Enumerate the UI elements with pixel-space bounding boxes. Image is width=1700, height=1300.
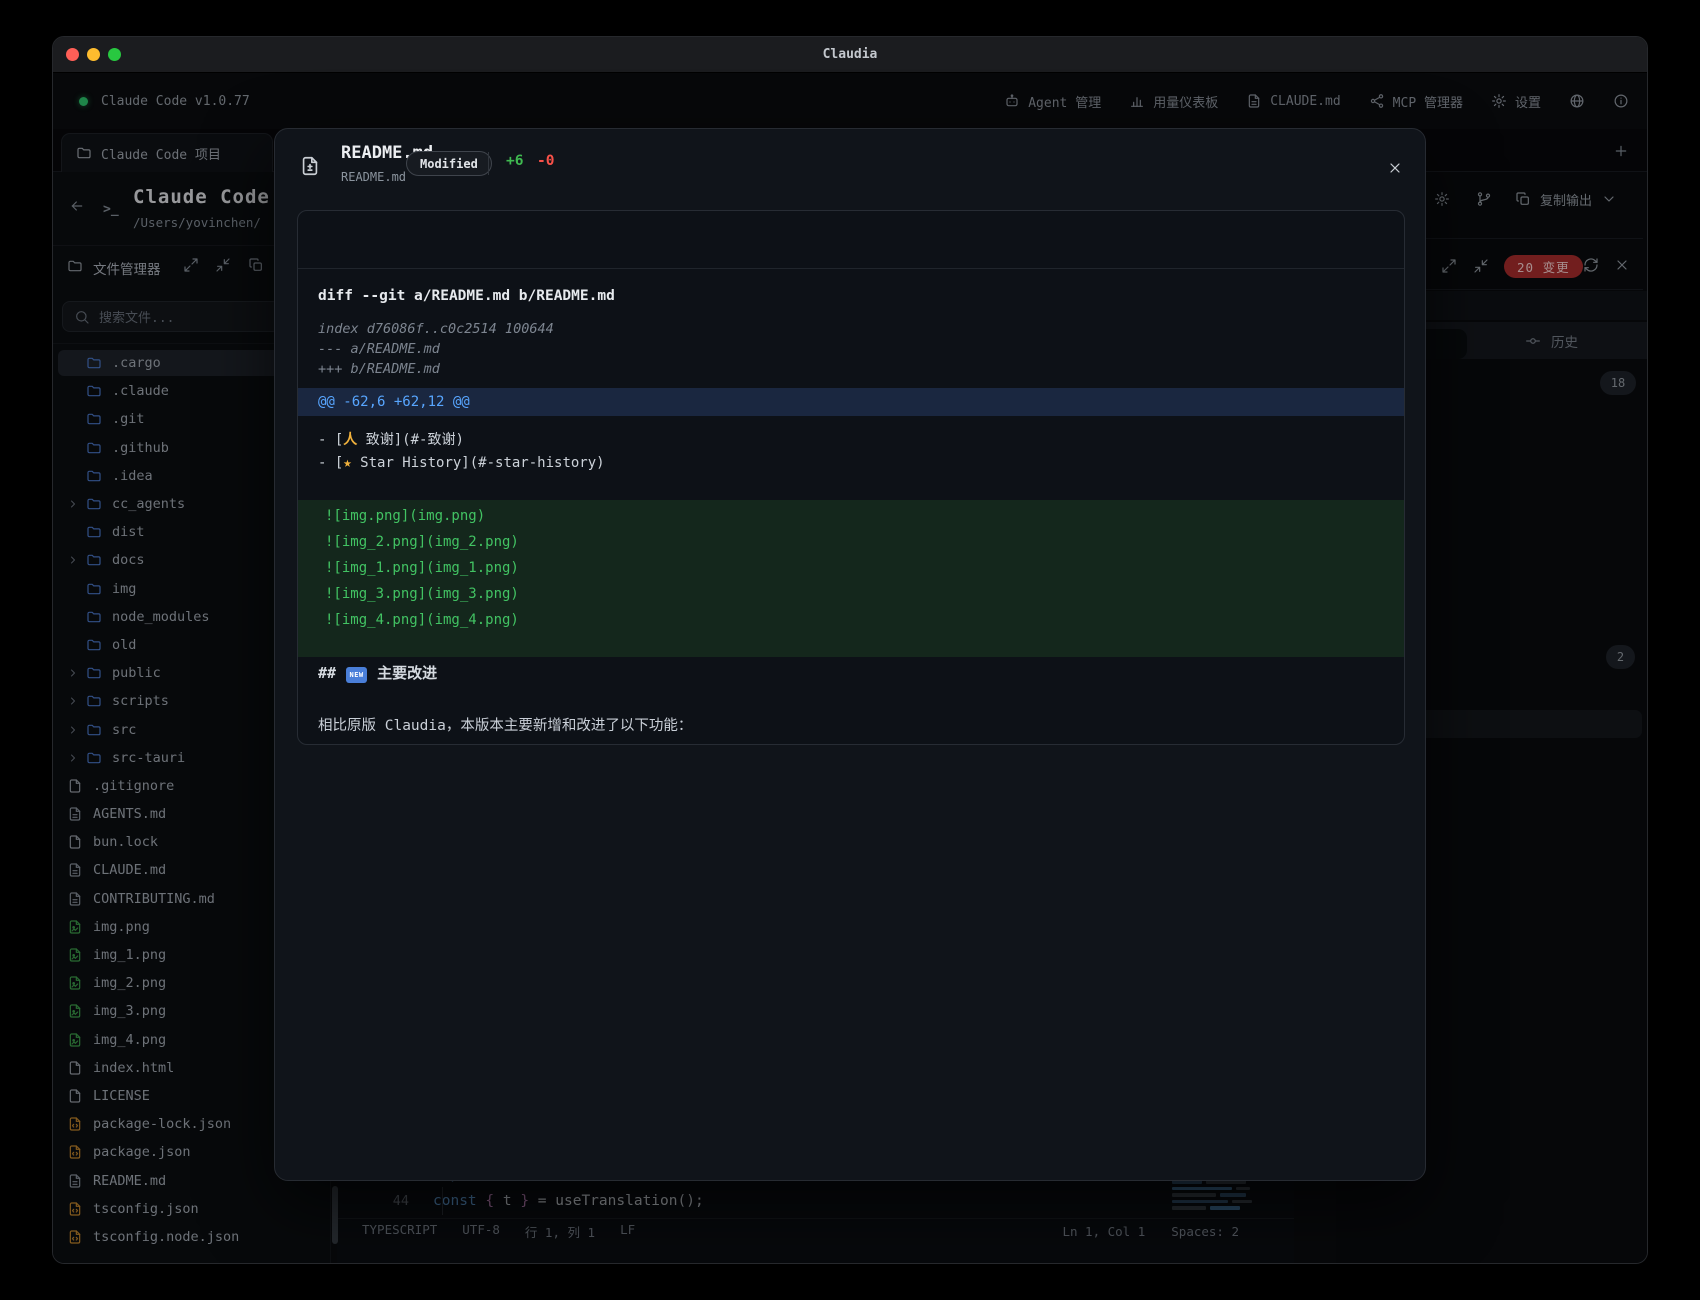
markdown-paragraph: 相比原版 Claudia，本版本主要新增和改进了以下功能：	[318, 714, 692, 735]
file-diff-icon	[295, 148, 325, 184]
folded-hands-emoji: 人	[343, 432, 357, 448]
diff-meta-line: index d76086f..c0c2514 100644	[318, 321, 554, 337]
modified-badge: Modified	[406, 151, 492, 176]
titlebar: Claudia	[53, 37, 1647, 73]
hunk-header: @@ -62,6 +62,12 @@	[298, 388, 1404, 416]
additions-count: +6	[506, 153, 523, 169]
window-title: Claudia	[53, 37, 1647, 73]
diff-meta-line: --- a/README.md	[318, 341, 440, 357]
diff-added-line: ![img_2.png](img_2.png)	[325, 534, 519, 550]
diff-header: diff --git a/README.md b/README.md	[318, 288, 615, 304]
divider	[298, 268, 1404, 269]
star-emoji: ★	[343, 455, 351, 471]
diff-context-line: - [人 致谢](#-致谢)	[318, 429, 464, 449]
diff-modal: README.md README.md Modified +6 -0 diff …	[274, 128, 1426, 1181]
deletions-count: -0	[537, 153, 554, 169]
close-icon	[1387, 160, 1403, 176]
markdown-heading: ## NEW 主要改进	[318, 662, 437, 683]
diff-card: diff --git a/README.md b/README.md index…	[297, 210, 1405, 745]
new-emoji: NEW	[346, 667, 367, 683]
diff-added-line: ![img_3.png](img_3.png)	[325, 586, 519, 602]
diff-context-line: - [★ Star History](#-star-history)	[318, 455, 605, 471]
modal-close-button[interactable]	[1383, 156, 1407, 180]
diff-meta-line: +++ b/README.md	[318, 361, 440, 377]
diff-added-line: ![img_4.png](img_4.png)	[325, 612, 519, 628]
diff-added-line: ![img_1.png](img_1.png)	[325, 560, 519, 576]
diff-added-line: ![img.png](img.png)	[325, 508, 485, 524]
divider	[488, 152, 489, 175]
modal-subtitle: README.md	[341, 170, 406, 184]
app-window: Claudia Claude Code v1.0.77 Agent 管理用量仪表…	[52, 36, 1648, 1264]
